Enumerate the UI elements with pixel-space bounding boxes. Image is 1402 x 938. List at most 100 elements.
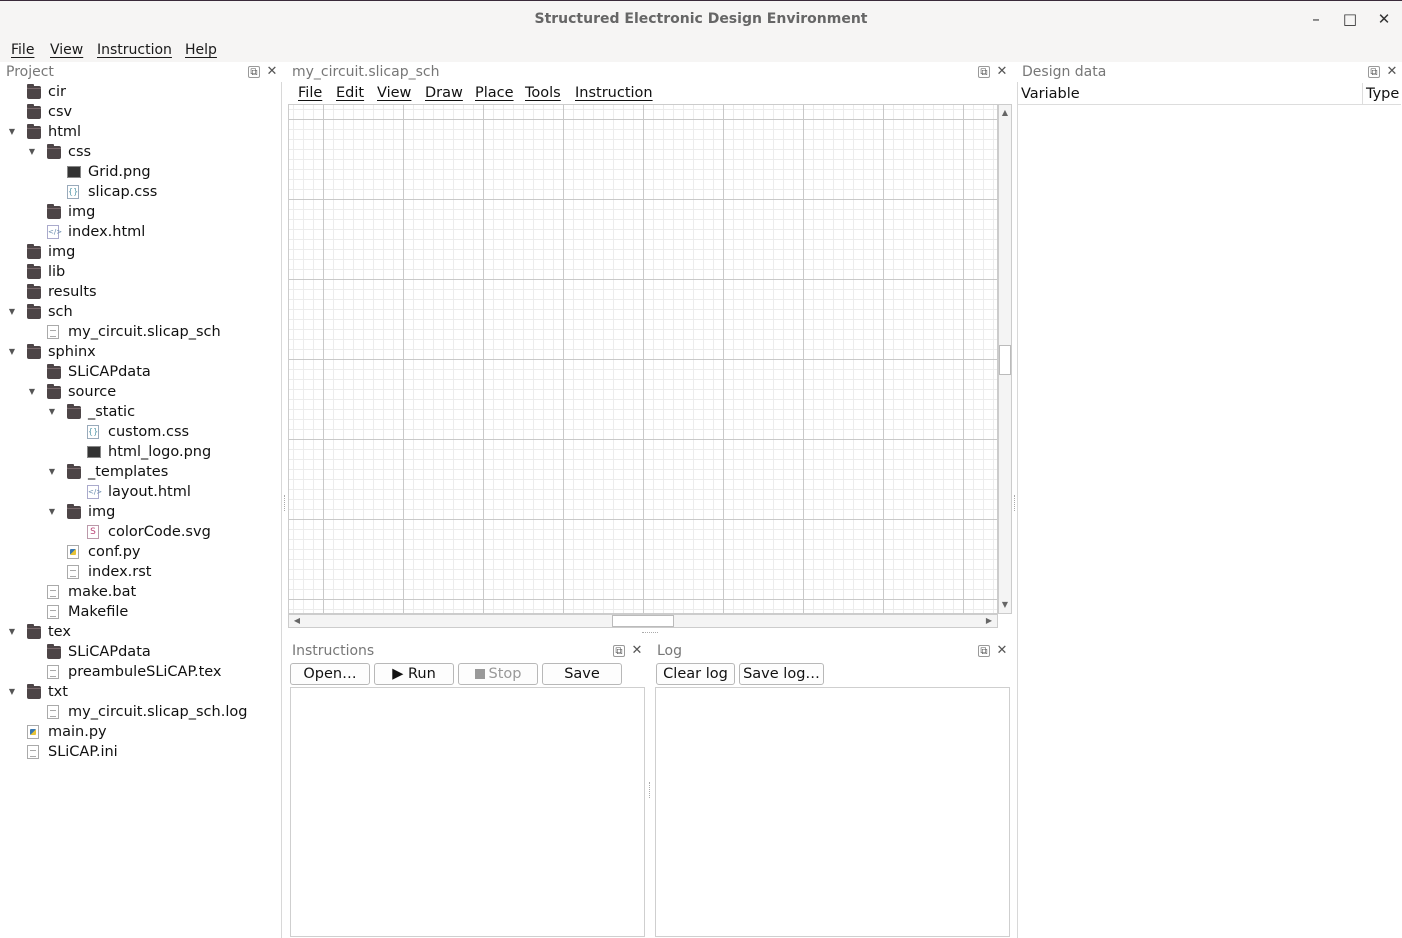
instructions-float-button[interactable]: ⧉ [613, 645, 625, 657]
expand-arrow-icon[interactable]: ▼ [7, 342, 17, 362]
sch-menu-view[interactable]: View [377, 84, 411, 102]
tree-item[interactable]: my_circuit.slicap_sch [3, 322, 279, 342]
tree-item[interactable]: img [3, 242, 279, 262]
instructions-text-area[interactable] [290, 687, 645, 937]
tree-item[interactable]: lib [3, 262, 279, 282]
project-float-button[interactable]: ⧉ [248, 66, 260, 78]
tree-item[interactable]: Makefile [3, 602, 279, 622]
scroll-up-icon[interactable]: ▲ [999, 107, 1011, 119]
log-close-button[interactable]: ✕ [996, 644, 1008, 657]
tree-item[interactable]: ▼ _static [3, 402, 279, 422]
schematic-vertical-scrollbar[interactable]: ▲ ▼ [998, 104, 1012, 614]
tree-item[interactable]: ▼ sphinx [3, 342, 279, 362]
scroll-down-icon[interactable]: ▼ [999, 599, 1011, 611]
scroll-right-icon[interactable]: ▶ [983, 615, 995, 627]
tree-item[interactable]: make.bat [3, 582, 279, 602]
tree-item[interactable]: img [3, 202, 279, 222]
expand-arrow-icon[interactable]: ▼ [7, 682, 17, 702]
log-float-button[interactable]: ⧉ [978, 645, 990, 657]
sch-menu-instruction[interactable]: Instruction [575, 84, 653, 102]
scroll-left-icon[interactable]: ◀ [291, 615, 303, 627]
tree-item[interactable]: preambuleSLiCAP.tex [3, 662, 279, 682]
sch-menu-place[interactable]: Place [475, 84, 514, 102]
open-button[interactable]: Open… [290, 663, 370, 685]
tree-item[interactable]: </> layout.html [3, 482, 279, 502]
project-tree[interactable]: cir csv ▼ html ▼ css Grid.png {} slicap.css img </… [3, 82, 282, 938]
tree-item[interactable]: {} slicap.css [3, 182, 279, 202]
expand-arrow-icon[interactable]: ▼ [7, 302, 17, 322]
minimize-button[interactable]: – [1303, 6, 1329, 32]
design-data-close-button[interactable]: ✕ [1386, 65, 1398, 78]
stop-button[interactable]: Stop [458, 663, 538, 685]
tree-item[interactable]: ▼ _templates [3, 462, 279, 482]
log-text-area[interactable] [655, 687, 1010, 937]
tree-item[interactable]: ▼ tex [3, 622, 279, 642]
run-button[interactable]: ▶ Run [374, 663, 454, 685]
expand-arrow-icon[interactable]: ▼ [7, 622, 17, 642]
tree-item[interactable]: html_logo.png [3, 442, 279, 462]
folder-icon [27, 344, 41, 359]
tree-item[interactable]: ▼ source [3, 382, 279, 402]
css-file-icon: {} [67, 185, 79, 199]
horizontal-scroll-thumb[interactable] [612, 615, 674, 627]
menu-help[interactable]: Help [185, 40, 217, 60]
folder-icon [27, 684, 41, 699]
sch-menu-edit[interactable]: Edit [336, 84, 364, 102]
tree-item[interactable]: conf.py [3, 542, 279, 562]
tree-item[interactable]: cir [3, 82, 279, 102]
tree-item-label: lib [48, 264, 66, 280]
tree-item[interactable]: Grid.png [3, 162, 279, 182]
close-button[interactable]: ✕ [1371, 6, 1397, 32]
instructions-close-button[interactable]: ✕ [631, 644, 643, 657]
maximize-button[interactable]: □ [1337, 6, 1363, 32]
tree-item[interactable]: SLiCAPdata [3, 362, 279, 382]
column-header-type[interactable]: Type [1363, 83, 1401, 105]
menu-instruction[interactable]: Instruction [97, 40, 172, 60]
tree-item[interactable]: SLiCAP.ini [3, 742, 279, 762]
schematic-canvas[interactable] [288, 104, 998, 614]
tree-item[interactable]: </> index.html [3, 222, 279, 242]
expand-arrow-icon[interactable]: ▼ [47, 462, 57, 482]
tree-item[interactable]: {} custom.css [3, 422, 279, 442]
expand-arrow-icon[interactable]: ▼ [27, 142, 37, 162]
menu-file[interactable]: File [11, 40, 34, 60]
tree-item[interactable]: ▼ css [3, 142, 279, 162]
save-log-button[interactable]: Save log… [739, 663, 824, 685]
save-button[interactable]: Save [542, 663, 622, 685]
column-header-variable[interactable]: Variable [1018, 83, 1363, 105]
tree-item[interactable]: ▼ img [3, 502, 279, 522]
vertical-scroll-thumb[interactable] [999, 345, 1011, 375]
tree-item-label: _static [88, 404, 136, 420]
project-dock-title: Project [6, 64, 54, 80]
tree-item[interactable]: ▼ html [3, 122, 279, 142]
tree-item[interactable]: SLiCAPdata [3, 642, 279, 662]
left-splitter-handle[interactable] [284, 495, 287, 511]
schematic-close-button[interactable]: ✕ [996, 65, 1008, 78]
project-close-button[interactable]: ✕ [266, 65, 278, 78]
sch-menu-file[interactable]: File [298, 84, 322, 102]
schematic-float-button[interactable]: ⧉ [978, 66, 990, 78]
tree-item[interactable]: ScolorCode.svg [3, 522, 279, 542]
horizontal-splitter-handle[interactable] [642, 632, 658, 635]
sch-menu-draw[interactable]: Draw [425, 84, 463, 102]
folder-icon [27, 264, 41, 279]
expand-arrow-icon[interactable]: ▼ [47, 402, 57, 422]
tree-item[interactable]: ▼ txt [3, 682, 279, 702]
tree-item[interactable]: index.rst [3, 562, 279, 582]
tree-item[interactable]: csv [3, 102, 279, 122]
expand-arrow-icon[interactable]: ▼ [27, 382, 37, 402]
bottom-splitter-handle[interactable] [649, 782, 652, 798]
expand-arrow-icon[interactable]: ▼ [7, 122, 17, 142]
right-splitter-handle[interactable] [1014, 495, 1017, 511]
tree-item[interactable]: main.py [3, 722, 279, 742]
tree-item[interactable]: my_circuit.slicap_sch.log [3, 702, 279, 722]
expand-arrow-icon[interactable]: ▼ [47, 502, 57, 522]
schematic-horizontal-scrollbar[interactable]: ◀ ▶ [288, 614, 998, 628]
tree-item[interactable]: ▼ sch [3, 302, 279, 322]
design-data-float-button[interactable]: ⧉ [1368, 66, 1380, 78]
tree-item[interactable]: results [3, 282, 279, 302]
menu-view[interactable]: View [50, 40, 83, 60]
clear-log-button[interactable]: Clear log [656, 663, 735, 685]
tree-item-label: html [48, 124, 82, 140]
sch-menu-tools[interactable]: Tools [525, 84, 561, 102]
